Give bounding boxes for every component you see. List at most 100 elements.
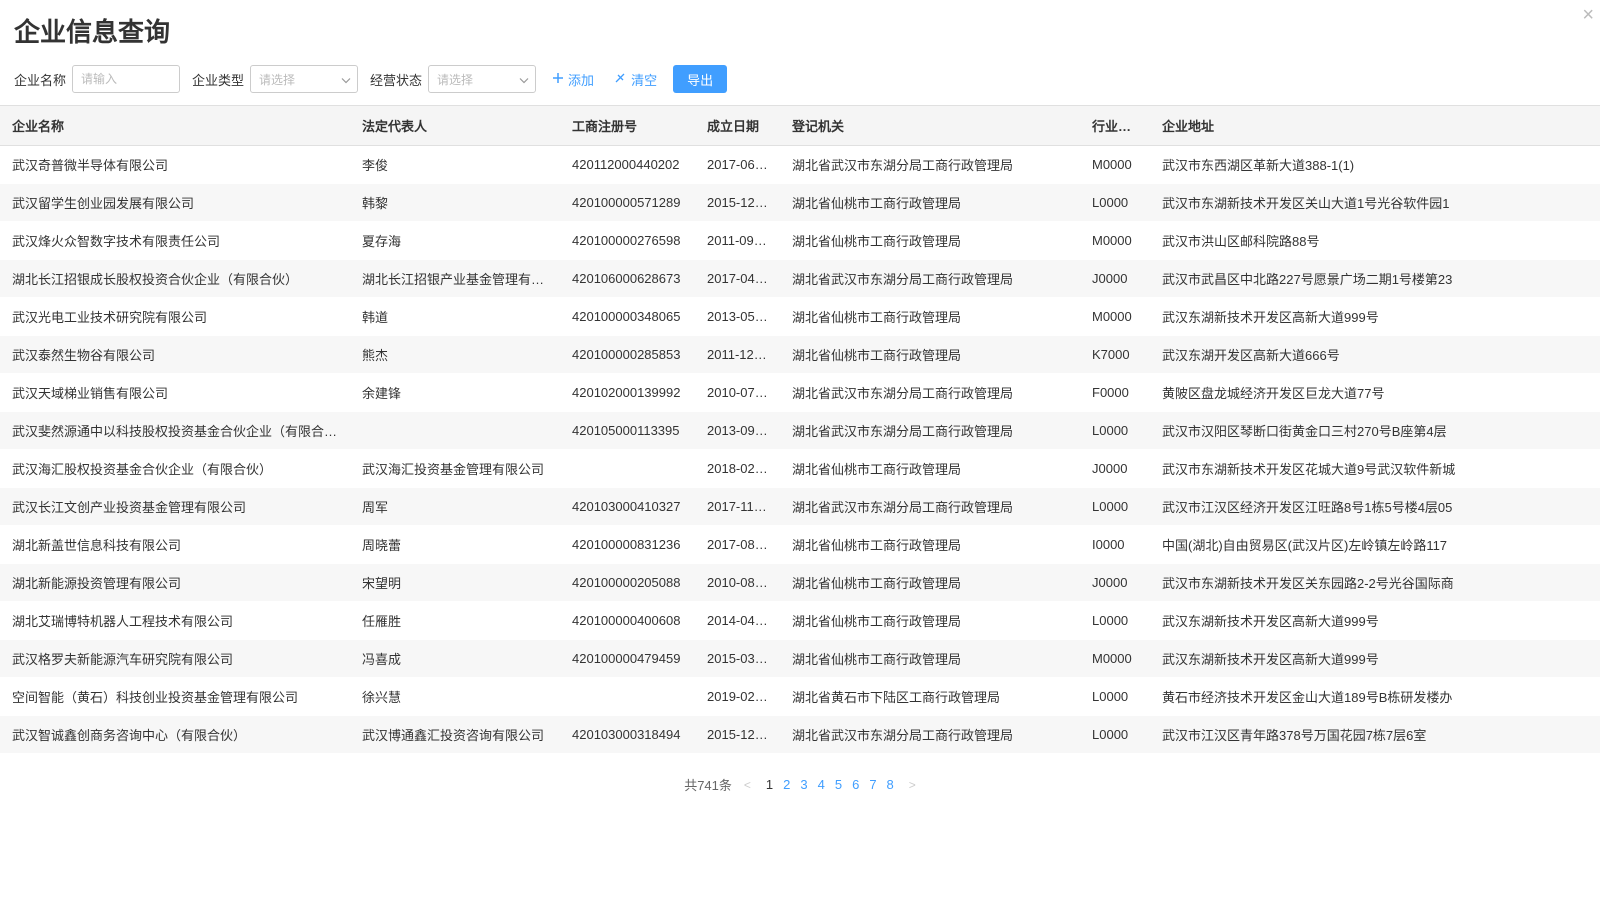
- cell-code: L0000: [1080, 412, 1150, 450]
- table-row[interactable]: 湖北艾瑞博特机器人工程技术有限公司任雁胜4201000004006082014-…: [0, 602, 1600, 640]
- cell-rep: 余建锋: [350, 374, 560, 412]
- cell-date: 2015-12-22: [695, 716, 780, 754]
- table-row[interactable]: 武汉奇普微半导体有限公司李俊4201120004402022017-06-14湖…: [0, 146, 1600, 184]
- cell-regno: 420106000501846: [560, 754, 695, 766]
- col-header-address: 企业地址: [1150, 106, 1600, 146]
- cell-rep: 韩道: [350, 298, 560, 336]
- cell-rep: 熊杰: [350, 336, 560, 374]
- cell-authority: 湖北省武汉市东湖分局工商行政管理局: [780, 412, 1080, 450]
- page-number[interactable]: 6: [852, 777, 859, 792]
- page-number[interactable]: 5: [835, 777, 842, 792]
- table-row[interactable]: 武汉长江文创产业投资基金管理有限公司周军4201030004103272017-…: [0, 488, 1600, 526]
- cell-code: M0000: [1080, 640, 1150, 678]
- cell-regno: 420106000628673: [560, 260, 695, 298]
- table-row[interactable]: 湖北新能源投资管理有限公司宋望明4201000002050882010-08-1…: [0, 564, 1600, 602]
- cell-regno: 420100000571289: [560, 184, 695, 222]
- cell-date: 2013-09-24: [695, 412, 780, 450]
- cell-authority: 湖北省仙桃市工商行政管理局: [780, 336, 1080, 374]
- cell-rep: 夏存海: [350, 222, 560, 260]
- col-header-authority: 登记机关: [780, 106, 1080, 146]
- cell-regno: 420100000831236: [560, 526, 695, 564]
- cell-address: 武汉市洪山区邮科院路88号: [1150, 222, 1600, 260]
- page-title: 企业信息查询: [0, 0, 1600, 57]
- cell-date: 2017-11-16: [695, 488, 780, 526]
- table-row[interactable]: 武汉留学生创业园发展有限公司韩黎4201000005712892015-12-0…: [0, 184, 1600, 222]
- cell-date: 2015-03-20: [695, 640, 780, 678]
- next-page-icon[interactable]: >: [909, 778, 916, 792]
- cell-name: 湖北新盖世信息科技有限公司: [0, 526, 350, 564]
- pagination-nav: < 12345678 >: [744, 777, 916, 792]
- cell-name: 武汉长江文创产业投资基金管理有限公司: [0, 488, 350, 526]
- cell-rep: 李俊: [350, 146, 560, 184]
- cell-name: 武汉留学生创业园发展有限公司: [0, 184, 350, 222]
- cell-rep: 湖北长江招银产业基金管理有限公司...: [350, 260, 560, 298]
- add-button[interactable]: 添加: [548, 70, 598, 89]
- clear-button[interactable]: 清空: [610, 70, 661, 89]
- cell-regno: 420103000410327: [560, 488, 695, 526]
- cell-name: 湖北新能源投资管理有限公司: [0, 564, 350, 602]
- company-table: 企业名称 法定代表人 工商注册号 成立日期 登记机关 行业代码 企业地址 武汉奇…: [0, 105, 1600, 765]
- cell-code: L0000: [1080, 716, 1150, 754]
- filter-status-group: 经营状态 请选择: [370, 65, 536, 93]
- company-name-input[interactable]: [72, 65, 180, 93]
- cell-address: 武汉东湖开发区高新大道666号: [1150, 336, 1600, 374]
- page-number[interactable]: 1: [766, 777, 773, 792]
- page-number[interactable]: 7: [869, 777, 876, 792]
- cell-address: 武汉市武昌区中北路227号愿景广场二期1号楼第23: [1150, 260, 1600, 298]
- cell-rep: 湖北省长江经济带产业基金管理有...: [350, 754, 560, 766]
- cell-date: 2014-04-01: [695, 602, 780, 640]
- add-button-label: 添加: [568, 70, 594, 89]
- prev-page-icon[interactable]: <: [744, 778, 751, 792]
- cell-address: 黄石市经济技术开发区金山大道189号B栋研发楼办: [1150, 678, 1600, 716]
- cell-name: 武汉格罗夫新能源汽车研究院有限公司: [0, 640, 350, 678]
- business-status-select[interactable]: 请选择: [428, 65, 536, 93]
- cell-date: 2017-04-07: [695, 260, 780, 298]
- cell-regno: 420100000276598: [560, 222, 695, 260]
- table-row[interactable]: 武汉天域梯业销售有限公司余建锋4201020001399922010-07-16…: [0, 374, 1600, 412]
- table-row[interactable]: 武汉格罗夫新能源汽车研究院有限公司冯喜成4201000004794592015-…: [0, 640, 1600, 678]
- table-row[interactable]: 武汉斐然源通中以科技股权投资基金合伙企业（有限合伙）42010500011339…: [0, 412, 1600, 450]
- cell-rep: 徐兴慧: [350, 678, 560, 716]
- cell-regno: 420112000440202: [560, 146, 695, 184]
- cell-regno: 420103000318494: [560, 716, 695, 754]
- pagination-total: 共741条: [684, 775, 732, 794]
- page-number[interactable]: 2: [783, 777, 790, 792]
- cell-code: M0000: [1080, 298, 1150, 336]
- cell-date: 2015-12-28: [695, 754, 780, 766]
- col-header-name: 企业名称: [0, 106, 350, 146]
- table-row[interactable]: 武汉光电工业技术研究院有限公司韩道4201000003480652013-05-…: [0, 298, 1600, 336]
- table-row[interactable]: 湖北省长江经济带产业引导基金合伙企业（有限合伙）湖北省长江经济带产业基金管理有.…: [0, 754, 1600, 766]
- filter-type-label: 企业类型: [192, 70, 244, 89]
- table-row[interactable]: 武汉泰然生物谷有限公司熊杰4201000002858532011-12-08湖北…: [0, 336, 1600, 374]
- cell-name: 武汉海汇股权投资基金合伙企业（有限合伙）: [0, 450, 350, 488]
- clear-button-label: 清空: [631, 70, 657, 89]
- table-row[interactable]: 武汉海汇股权投资基金合伙企业（有限合伙）武汉海汇投资基金管理有限公司2018-0…: [0, 450, 1600, 488]
- page-number[interactable]: 8: [887, 777, 894, 792]
- broom-icon: [614, 71, 627, 87]
- export-button[interactable]: 导出: [673, 65, 727, 93]
- cell-regno: [560, 450, 695, 488]
- company-type-select[interactable]: 请选择: [250, 65, 358, 93]
- table-row[interactable]: 武汉智诚鑫创商务咨询中心（有限合伙）武汉博通鑫汇投资咨询有限公司42010300…: [0, 716, 1600, 754]
- close-icon[interactable]: ×: [1582, 4, 1594, 27]
- cell-date: 2017-08-10: [695, 526, 780, 564]
- cell-name: 武汉泰然生物谷有限公司: [0, 336, 350, 374]
- cell-address: 武汉市东湖新技术开发区关山大道1号光谷软件园1: [1150, 184, 1600, 222]
- table-row[interactable]: 武汉烽火众智数字技术有限责任公司夏存海4201000002765982011-0…: [0, 222, 1600, 260]
- cell-code: F0000: [1080, 374, 1150, 412]
- cell-authority: 湖北省武汉市东湖分局工商行政管理局: [780, 374, 1080, 412]
- page-number[interactable]: 4: [818, 777, 825, 792]
- page-number[interactable]: 3: [800, 777, 807, 792]
- cell-regno: 420100000400608: [560, 602, 695, 640]
- table-row[interactable]: 空间智能（黄石）科技创业投资基金管理有限公司徐兴慧2019-02-28湖北省黄石…: [0, 678, 1600, 716]
- filter-status-label: 经营状态: [370, 70, 422, 89]
- cell-name: 武汉奇普微半导体有限公司: [0, 146, 350, 184]
- cell-code: J0000: [1080, 450, 1150, 488]
- filter-name-group: 企业名称: [14, 65, 180, 93]
- cell-rep: 韩黎: [350, 184, 560, 222]
- table-row[interactable]: 湖北新盖世信息科技有限公司周晓蕾4201000008312362017-08-1…: [0, 526, 1600, 564]
- col-header-regno: 工商注册号: [560, 106, 695, 146]
- cell-name: 武汉天域梯业销售有限公司: [0, 374, 350, 412]
- table-header-row: 企业名称 法定代表人 工商注册号 成立日期 登记机关 行业代码 企业地址: [0, 106, 1600, 146]
- table-row[interactable]: 湖北长江招银成长股权投资合伙企业（有限合伙）湖北长江招银产业基金管理有限公司..…: [0, 260, 1600, 298]
